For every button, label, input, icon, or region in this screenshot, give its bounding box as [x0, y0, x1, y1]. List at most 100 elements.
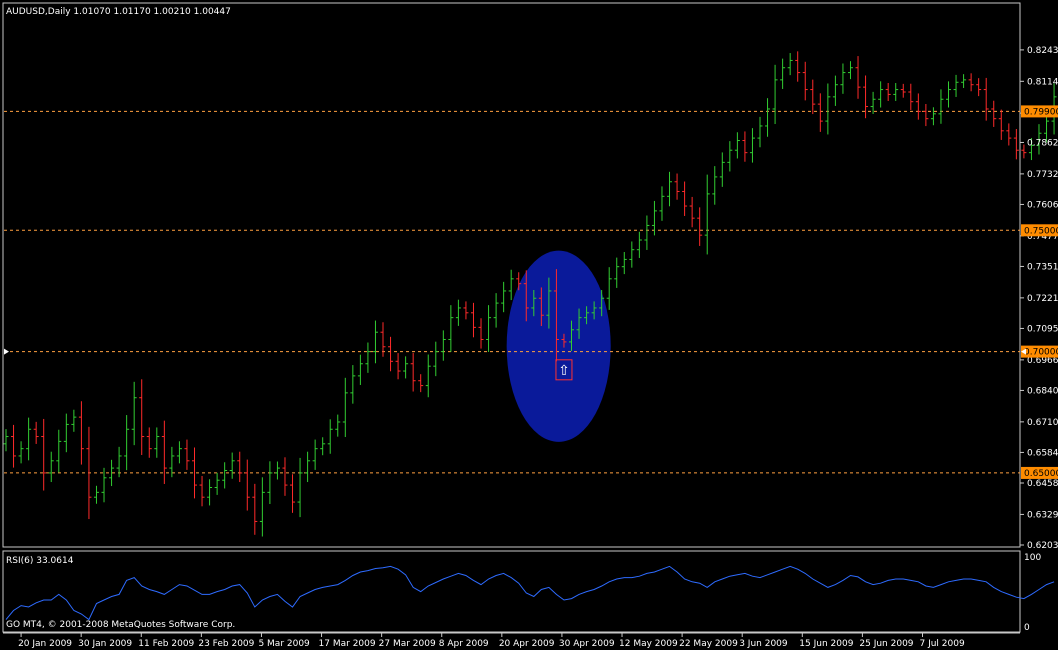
- rsi-header: RSI(6) 33.0614: [6, 556, 74, 566]
- price-bar: [810, 79, 816, 115]
- time-tick-label: 3 Jun 2009: [739, 639, 788, 649]
- chart-canvas: ⇧ AUDUSD,Daily 1.01070 1.01170 1.00210 1…: [2, 2, 1058, 649]
- time-tick-label: 8 Apr 2009: [439, 639, 489, 649]
- time-tick-label: 20 Jan 2009: [18, 639, 72, 649]
- price-bar: [282, 457, 288, 496]
- price-bar: [176, 441, 182, 464]
- price-bar: [18, 441, 24, 464]
- rsi-panel: RSI(6) 33.0614 GO MT4, © 2001-2008 MetaQ…: [2, 550, 1055, 633]
- price-bar: [395, 353, 401, 380]
- price-bar: [478, 318, 484, 349]
- level-badge: 0.70000: [1021, 345, 1058, 358]
- price-bar: [78, 401, 84, 465]
- price-bar: [885, 83, 891, 101]
- price-tick-label: 0.77325: [1027, 170, 1058, 180]
- price-bar: [425, 354, 431, 398]
- chart-header: AUDUSD,Daily 1.01070 1.01170 1.00210 1.0…: [6, 7, 231, 17]
- time-tick-label: 11 Feb 2009: [138, 639, 194, 649]
- price-bar: [757, 116, 763, 148]
- price-bar: [207, 479, 213, 506]
- price-tick-label: 0.76065: [1027, 200, 1058, 210]
- price-tick-label: 0.72215: [1027, 294, 1058, 304]
- price-bar: [795, 51, 801, 82]
- time-tick-label: 30 Apr 2009: [559, 639, 615, 649]
- time-tick-label: 12 May 2009: [619, 639, 678, 649]
- rsi-level-100: 100: [1024, 553, 1041, 563]
- time-tick-label: 22 May 2009: [679, 639, 738, 649]
- rsi-line: [5, 565, 1055, 621]
- price-bar: [976, 78, 982, 97]
- price-panel: ⇧ AUDUSD,Daily 1.01070 1.01170 1.00210 1…: [2, 2, 1057, 548]
- price-bar: [448, 305, 454, 352]
- price-bar: [712, 166, 718, 205]
- price-bar: [915, 93, 921, 120]
- time-tick-label: 23 Feb 2009: [198, 639, 254, 649]
- level-badge: 0.65000: [1021, 466, 1058, 479]
- price-tick-label: 0.62030: [1027, 541, 1058, 551]
- price-bar: [71, 409, 77, 432]
- price-bar: [184, 439, 190, 470]
- price-bar: [923, 104, 929, 127]
- price-bar: [644, 215, 650, 250]
- time-tick-label: 5 Mar 2009: [258, 639, 310, 649]
- price-bar: [930, 107, 936, 126]
- price-bar: [667, 171, 673, 207]
- price-bar: [847, 61, 853, 80]
- price-bar: [131, 381, 137, 446]
- price-bar: [802, 61, 808, 101]
- price-bar: [63, 413, 69, 453]
- price-bar: [33, 421, 39, 444]
- time-axis: 20 Jan 2009 30 Jan 2009 11 Feb 2009 23 Feb …: [3, 632, 1020, 649]
- price-bar: [410, 352, 416, 392]
- price-bar: [486, 305, 492, 352]
- level-badge-label: 0.75000: [1024, 226, 1058, 236]
- price-bar: [357, 354, 363, 385]
- price-tick-label: 0.70955: [1027, 324, 1058, 334]
- price-bar: [455, 299, 461, 326]
- price-bar: [41, 418, 47, 491]
- price-bar: [290, 474, 296, 513]
- time-tick-label: 7 Jul 2009: [919, 639, 964, 649]
- level-badge-label: 0.65000: [1024, 469, 1058, 479]
- price-bar: [817, 93, 823, 132]
- arrow-marker: ⇧: [555, 359, 573, 381]
- price-bar: [93, 485, 99, 504]
- price-bar: [274, 461, 280, 480]
- time-tick-label: 27 Mar 2009: [379, 639, 436, 649]
- level-badge-label: 0.79900: [1024, 107, 1058, 117]
- price-bar: [674, 173, 680, 200]
- level-badge: 0.75000: [1021, 224, 1058, 237]
- time-tick-label: 15 Jun 2009: [799, 639, 853, 649]
- price-bar: [403, 356, 409, 379]
- price-tick-label: 0.64585: [1027, 479, 1058, 489]
- price-bar: [244, 459, 250, 511]
- price-tick-label: 0.63290: [1027, 510, 1058, 520]
- price-bar: [320, 437, 326, 456]
- rsi-level-0: 0: [1024, 623, 1030, 633]
- price-bar: [388, 336, 394, 372]
- price-bar: [765, 98, 771, 137]
- price-bar: [946, 81, 951, 108]
- price-bar: [501, 281, 507, 313]
- price-bar: [998, 109, 1004, 140]
- time-tick-label: 20 Apr 2009: [499, 639, 555, 649]
- price-bar: [855, 56, 861, 99]
- price-bar: [48, 451, 54, 483]
- price-bar: [433, 341, 439, 377]
- level-pointer-icon: [4, 348, 9, 355]
- price-bar: [146, 427, 152, 458]
- price-tick-label: 0.67105: [1027, 418, 1058, 428]
- price-bar: [727, 141, 733, 172]
- price-bar: [1013, 128, 1019, 160]
- price-bar: [372, 320, 378, 364]
- price-bar: [56, 429, 62, 473]
- price-bar: [832, 75, 838, 106]
- price-bar: [878, 81, 884, 108]
- price-bar: [470, 302, 476, 338]
- time-tick-label: 25 Jun 2009: [859, 639, 913, 649]
- price-bar: [749, 128, 755, 163]
- price-bar: [689, 196, 695, 228]
- price-bar: [606, 267, 612, 310]
- price-bar: [682, 181, 688, 216]
- price-bar: [139, 379, 145, 455]
